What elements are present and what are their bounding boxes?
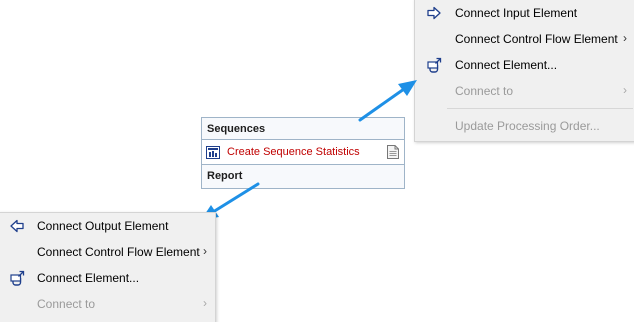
menu-item-label: Connect Control Flow Element <box>37 245 200 259</box>
submenu-chevron-icon: › <box>203 244 207 258</box>
connect-element-icon <box>9 270 25 286</box>
menu-item-connect-control-flow-element[interactable]: Connect Control Flow Element › <box>0 239 215 265</box>
menu-item-connect-element[interactable]: Connect Element... <box>0 265 215 291</box>
output-arrow-icon <box>9 218 25 234</box>
menu-item-label: Connect Output Element <box>37 219 169 233</box>
menu-item-label: Connect to <box>37 297 96 311</box>
submenu-chevron-icon: › <box>203 296 207 310</box>
callout-arrow-to-top-menu <box>358 80 417 122</box>
context-menu-output: Connect Output Element Connect Control F… <box>0 212 216 322</box>
menu-item-label: Connect Element... <box>37 271 140 285</box>
menu-item-connect-to[interactable]: Connect to › <box>0 291 215 317</box>
menu-item-connect-output-element[interactable]: Connect Output Element <box>0 213 215 239</box>
